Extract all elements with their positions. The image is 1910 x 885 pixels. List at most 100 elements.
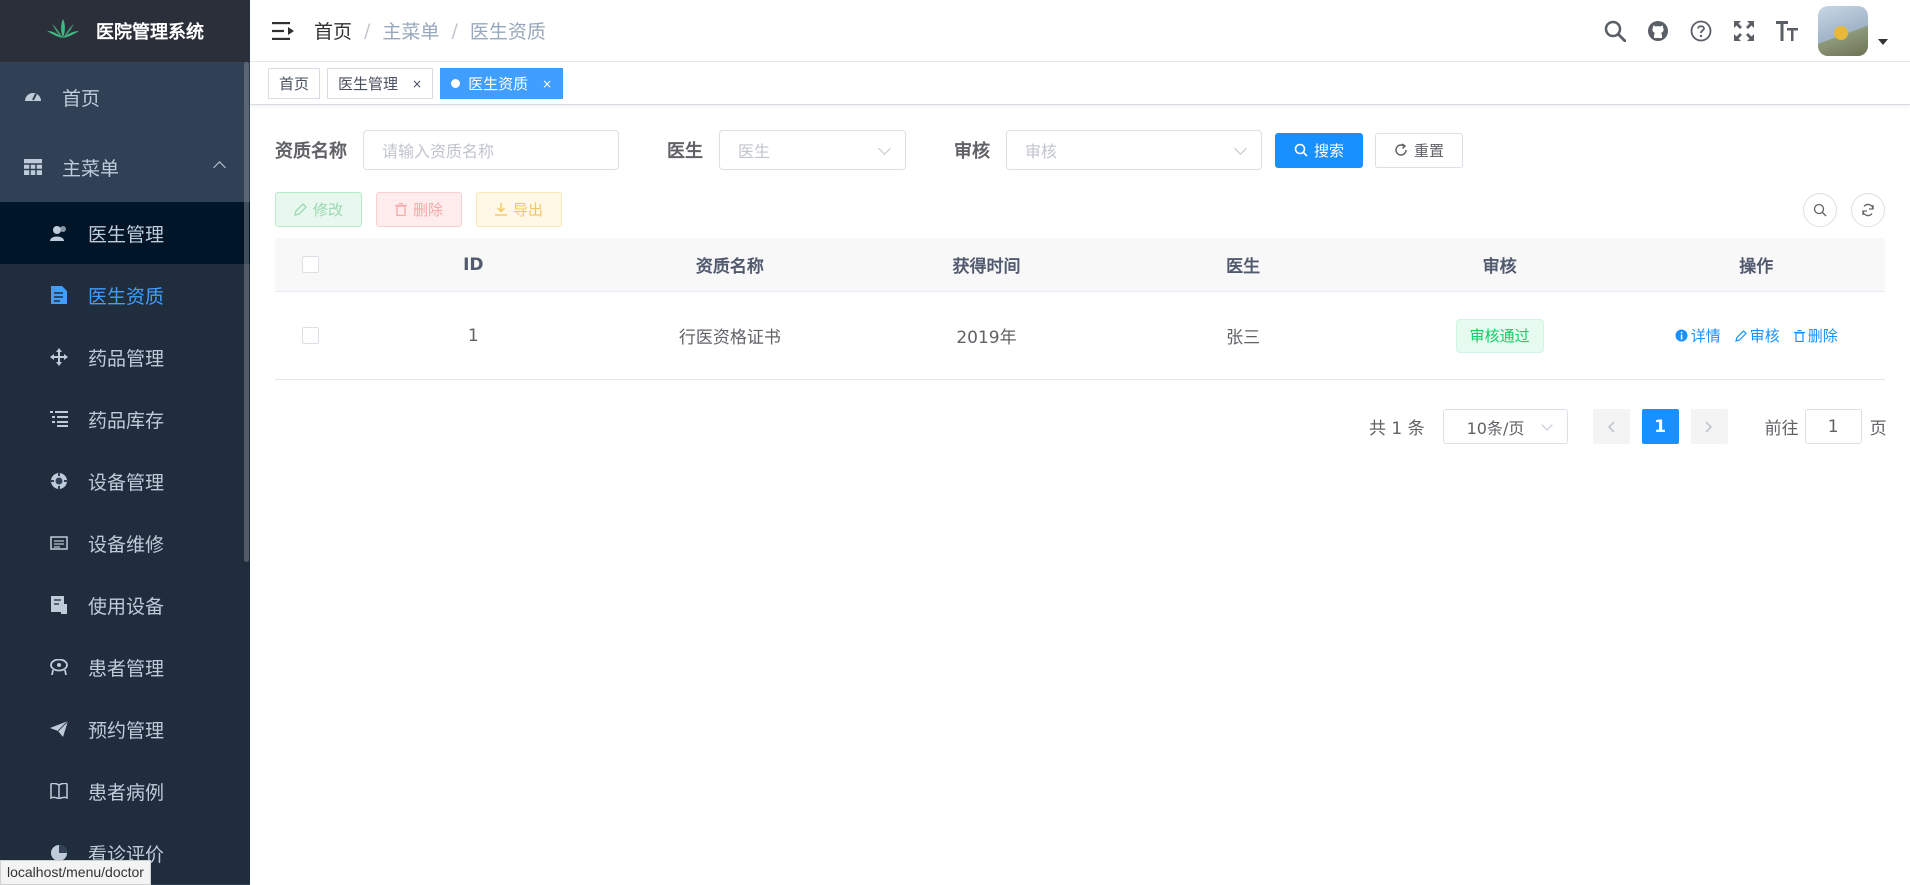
goto-page-input[interactable]: 1: [1804, 409, 1862, 444]
delete-label: 删除: [1807, 327, 1838, 345]
sidebar-item-drug-management[interactable]: 药品管理: [0, 326, 250, 388]
select-all-cell: [275, 256, 345, 273]
column-header[interactable]: 医生: [1115, 252, 1372, 277]
sidebar-item-label: 医生管理: [88, 223, 165, 246]
table-row[interactable]: 1 行医资格证书 2019年 张三 审核通过 详情 审核 删除: [275, 292, 1885, 380]
delete-button-label: 删除: [413, 201, 444, 219]
caret-down-icon[interactable]: [1878, 39, 1888, 45]
chevron-right-icon: [1705, 420, 1713, 433]
sidebar-item-main-menu[interactable]: 主菜单: [0, 132, 250, 202]
github-icon[interactable]: [1646, 19, 1670, 43]
close-icon[interactable]: ×: [542, 77, 552, 91]
column-header: 操作: [1739, 257, 1774, 277]
sidebar-item-label: 患者病例: [88, 781, 165, 804]
document-icon: [50, 286, 68, 304]
sidebar-item-patient-records[interactable]: 患者病例: [0, 760, 250, 822]
sidebar-item-appointment-management[interactable]: 预约管理: [0, 698, 250, 760]
sidebar-item-patient-management[interactable]: 患者管理: [0, 636, 250, 698]
cell-doctor: 张三: [1226, 328, 1261, 348]
logo-icon: [46, 18, 80, 45]
edit-button[interactable]: 修改: [275, 192, 363, 227]
name-placeholder: 请输入资质名称: [382, 142, 495, 161]
reset-button[interactable]: 重置: [1375, 132, 1464, 168]
cell-name: 行医资格证书: [678, 328, 781, 348]
avatar[interactable]: [1818, 6, 1868, 56]
table-icon: [24, 158, 42, 176]
edit-icon: [294, 203, 307, 216]
build-icon: [50, 596, 68, 614]
sidebar-item-drug-inventory[interactable]: 药品库存: [0, 388, 250, 450]
audit-label: 审核: [1749, 327, 1780, 345]
cell-audit: 审核通过: [1371, 318, 1628, 353]
doctor-label: 医生: [667, 141, 703, 162]
cell-time: 2019年: [956, 328, 1017, 348]
search-icon: [1294, 143, 1308, 157]
list-icon: [50, 410, 68, 428]
text-size-icon[interactable]: [1775, 19, 1799, 43]
next-page-button[interactable]: [1690, 409, 1728, 444]
select-all-checkbox[interactable]: [301, 256, 319, 273]
refresh-button[interactable]: [1851, 193, 1885, 227]
hamburger-icon[interactable]: [272, 21, 294, 41]
active-dot-icon: [451, 79, 461, 88]
sidebar-item-equipment-repair[interactable]: 设备维修: [0, 512, 250, 574]
tag-home[interactable]: 首页: [268, 68, 321, 99]
page-number-current[interactable]: 1: [1641, 409, 1679, 444]
goto-suffix: 页: [1869, 419, 1887, 439]
toggle-search-button[interactable]: [1803, 193, 1837, 227]
people-icon: [50, 658, 68, 676]
delete-button[interactable]: 删除: [376, 192, 463, 227]
sidebar-scrollbar[interactable]: [244, 62, 249, 562]
audit-select[interactable]: 审核: [1006, 130, 1262, 170]
column-header[interactable]: 获得时间: [858, 252, 1115, 277]
prev-page-button[interactable]: [1592, 409, 1630, 444]
search-button[interactable]: 搜索: [1275, 132, 1364, 168]
column-header[interactable]: ID: [345, 255, 602, 275]
sidebar-item-doctor-management[interactable]: 医生管理: [0, 202, 250, 264]
export-button[interactable]: 导出: [476, 192, 563, 227]
breadcrumb-item[interactable]: 首页: [314, 17, 352, 44]
sidebar-item-label: 药品管理: [88, 347, 165, 370]
sidebar-logo[interactable]: 医院管理系统: [0, 0, 250, 62]
guide-icon: [50, 720, 68, 738]
audit-link[interactable]: 审核: [1734, 325, 1780, 346]
delete-icon: [1793, 329, 1805, 342]
fullscreen-icon[interactable]: [1732, 19, 1756, 43]
right-menu: [1603, 0, 1910, 62]
column-header[interactable]: 审核: [1371, 252, 1628, 277]
column-header[interactable]: 资质名称: [602, 252, 859, 277]
chevron-up-icon: [213, 161, 226, 174]
row-select-cell: [275, 327, 345, 344]
close-icon[interactable]: ×: [412, 77, 422, 91]
sidebar-item-doctor-qualification[interactable]: 医生资质: [0, 264, 250, 326]
tag-label: 首页: [279, 75, 310, 93]
edit-button-label: 修改: [313, 201, 344, 219]
row-checkbox[interactable]: [301, 327, 319, 344]
search-icon: [1813, 203, 1827, 217]
doctor-select[interactable]: 医生: [719, 130, 906, 170]
delete-link[interactable]: 删除: [1793, 325, 1838, 346]
breadcrumb-separator: /: [364, 19, 371, 42]
name-input[interactable]: 请输入资质名称: [363, 130, 619, 170]
sidebar-item-label: 设备维修: [88, 533, 165, 556]
sidebar-item-label: 医生资质: [88, 285, 165, 308]
peoples-icon: [50, 224, 68, 242]
audit-label: 审核: [954, 141, 990, 162]
tag-doctor-management[interactable]: 医生管理 ×: [327, 68, 434, 99]
goto-value: 1: [1827, 416, 1839, 437]
audit-placeholder: 审核: [1025, 142, 1058, 161]
sidebar-item-equipment-management[interactable]: 设备管理: [0, 450, 250, 512]
cell-actions: 详情 审核 删除: [1628, 325, 1885, 346]
sidebar-item-home[interactable]: 首页: [0, 62, 250, 132]
detail-link[interactable]: 详情: [1675, 325, 1721, 346]
help-icon[interactable]: [1689, 19, 1713, 43]
page-size-select[interactable]: 10条/页: [1442, 409, 1568, 444]
tag-label: 医生管理: [338, 75, 399, 93]
tag-doctor-qualification[interactable]: 医生资质 ×: [440, 68, 564, 99]
sidebar-item-use-equipment[interactable]: 使用设备: [0, 574, 250, 636]
sidebar-item-label: 药品库存: [88, 409, 165, 432]
app-title: 医院管理系统: [96, 22, 204, 43]
doctor-placeholder: 医生: [738, 142, 771, 161]
search-icon[interactable]: [1603, 19, 1627, 43]
dashboard-icon: [24, 88, 42, 106]
